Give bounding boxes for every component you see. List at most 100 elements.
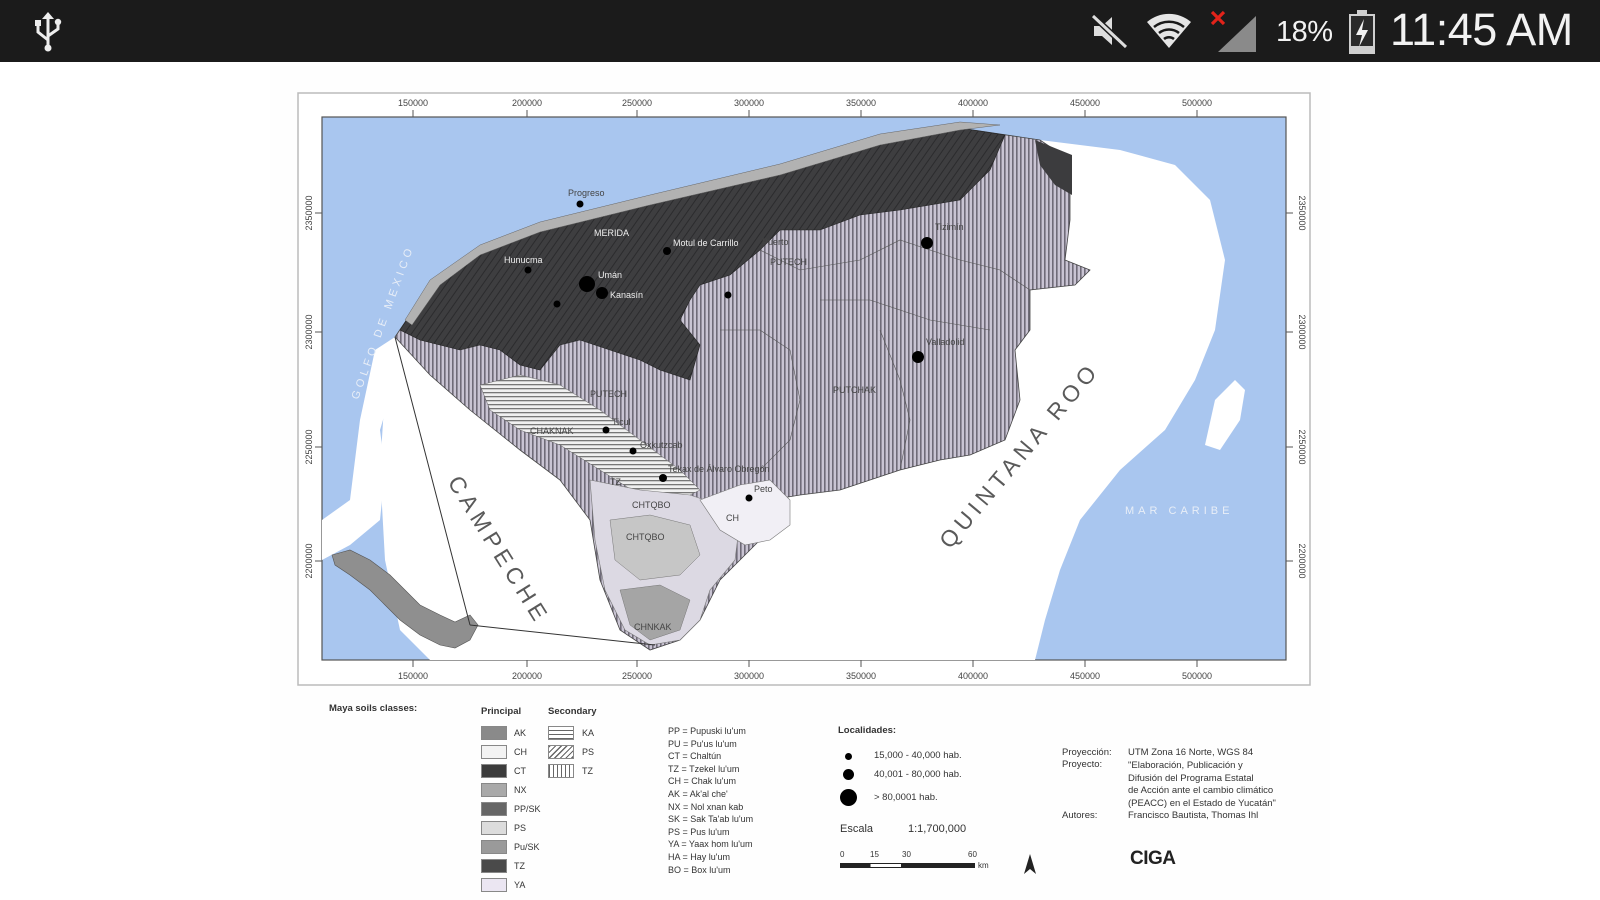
principal-swatch (481, 802, 507, 816)
place-tizimin: Tizimín (935, 222, 964, 232)
caribbean-label: MAR CARIBE (1125, 505, 1233, 517)
principal-swatch-label: TZ (514, 861, 525, 871)
soil-code-item: PU = Pu'us lu'um (668, 738, 737, 749)
authors-value: Francisco Bautista, Thomas Ihl (1128, 810, 1259, 821)
locality-dot (602, 426, 610, 434)
locality-large-label: > 80,0001 hab. (874, 792, 938, 803)
secondary-title: Secondary (548, 706, 597, 717)
coordinate-tick-label: 2250000 (304, 429, 314, 464)
soils-title: Maya soils classes: (329, 703, 418, 714)
coordinate-tick-label: 500000 (1182, 98, 1212, 108)
principal-swatch-label: AK (514, 728, 527, 738)
localities-title: Localidades: (838, 725, 897, 736)
place-ch: CH (726, 513, 739, 523)
place-oxkutzcab: Oxkutzcab (640, 440, 683, 450)
principal-swatch-label: CH (514, 747, 527, 757)
secondary-swatch-label: KA (582, 728, 595, 738)
scale-bar (840, 863, 975, 868)
coordinate-tick-label: 2200000 (1297, 543, 1307, 578)
soil-code-item: TZ = Tzekel lu'um (668, 763, 740, 774)
scale-value: 1:1,700,000 (908, 823, 967, 835)
coordinate-tick-label: 2350000 (1297, 195, 1307, 230)
locality-dot (724, 291, 732, 299)
scale-tick-0: 0 (840, 850, 845, 859)
coordinate-tick-label: 400000 (958, 98, 988, 108)
scale-tick-15: 15 (870, 850, 879, 859)
project-value: "Elaboración, Publicación y Difusión del … (1128, 760, 1276, 810)
projection-label: Proyección: (1062, 747, 1112, 758)
secondary-swatch-label: PS (582, 747, 595, 757)
secondary-swatch (548, 726, 574, 740)
coordinate-tick-label: 2350000 (304, 195, 314, 230)
place-chtqbo-2: CHTQBO (626, 532, 665, 542)
principal-swatch-label: YA (514, 880, 526, 890)
soil-code-item: NX = Nol xnan kab (668, 801, 744, 812)
locality-dot-medium (921, 237, 933, 249)
place-hunucma: Hunucma (504, 255, 543, 265)
coordinate-tick-label: 350000 (846, 98, 876, 108)
soil-codes-list: PP = Pupuski lu'um PU = Pu'us lu'um CT = C… (668, 726, 753, 877)
coordinate-tick-label: 200000 (512, 671, 542, 681)
principal-swatch (481, 821, 507, 835)
principal-swatch-label: NX (514, 785, 527, 795)
place-puerto: Puerto (762, 237, 789, 247)
coordinate-tick-label: 300000 (734, 98, 764, 108)
project-line: "Elaboración, Publicación y (1128, 760, 1243, 771)
locality-dot (663, 247, 671, 255)
map-figure: 150000 200000 250000 300000 350000 400000 4500… (297, 92, 1311, 686)
secondary-swatch-label: TZ (582, 766, 593, 776)
coordinate-tick-label: 2300000 (1297, 314, 1307, 349)
locality-small-symbol (845, 753, 852, 760)
place-progreso: Progreso (568, 188, 605, 198)
place-valladolid: Valladolid (926, 337, 964, 347)
locality-dot-large (579, 276, 595, 292)
soil-code-item: BO = Box lu'um (668, 864, 731, 875)
place-peto: Peto (754, 484, 773, 494)
secondary-swatch (548, 745, 574, 759)
locality-dot-medium (596, 287, 608, 299)
coordinate-tick-label: 2250000 (1297, 429, 1307, 464)
projection-value: UTM Zona 16 Norte, WGS 84 (1128, 747, 1254, 758)
principal-swatch (481, 783, 507, 797)
principal-title: Principal (481, 706, 522, 717)
soil-code-item: YA = Yaax hom lu'um (668, 839, 753, 850)
place-tz: TZ (610, 477, 621, 487)
soil-code-item: SK = Sak Ta'ab lu'um (668, 814, 754, 825)
scale-label: Escala (840, 823, 874, 835)
place-chnkak: CHNKAK (634, 622, 672, 632)
principal-swatch-label: PP/SK (514, 804, 541, 814)
coordinate-tick-label: 200000 (512, 98, 542, 108)
project-line: (PEACC) en el Estado de Yucatán" (1128, 797, 1276, 809)
soil-code-item: HA = Hay lu'um (668, 851, 730, 862)
coordinate-tick-label: 400000 (958, 671, 988, 681)
principal-swatch (481, 764, 507, 778)
ciga-logo: CIGA (1130, 848, 1176, 869)
place-merida: MERIDA (594, 228, 629, 238)
soil-code-item: CT = Chaltún (668, 751, 722, 762)
locality-small-label: 15,000 - 40,000 hab. (874, 750, 962, 761)
locality-dot-medium (912, 351, 924, 363)
project-line: de Acción ante el cambio climático (1128, 785, 1274, 796)
place-motul: Motul de Carrillo (673, 238, 739, 248)
place-kanasin: Kanasín (610, 290, 643, 300)
locality-large-symbol (840, 789, 857, 806)
locality-dot (553, 300, 561, 308)
coordinate-tick-label: 2300000 (304, 314, 314, 349)
secondary-swatch (548, 764, 574, 778)
principal-swatch-label: CT (514, 766, 526, 776)
locality-dot (659, 474, 667, 482)
soil-code-item: PS = Pus lu'um (668, 826, 730, 837)
principal-swatch (481, 859, 507, 873)
coordinate-tick-label: 150000 (398, 671, 428, 681)
scale-tick-30: 30 (902, 850, 911, 859)
soil-code-item: PP = Pupuski lu'um (668, 726, 746, 736)
locality-dot (524, 266, 532, 274)
scale-unit: km (978, 861, 989, 870)
coordinate-tick-label: 250000 (622, 98, 652, 108)
place-uman: Umán (598, 270, 622, 280)
place-ticul: Ticul (612, 417, 631, 427)
project-line: Difusión del Programa Estatal (1128, 772, 1254, 784)
place-putech-south: PUTECH (590, 389, 627, 399)
coordinate-tick-label: 450000 (1070, 98, 1100, 108)
coordinate-tick-label: 2200000 (304, 543, 314, 578)
